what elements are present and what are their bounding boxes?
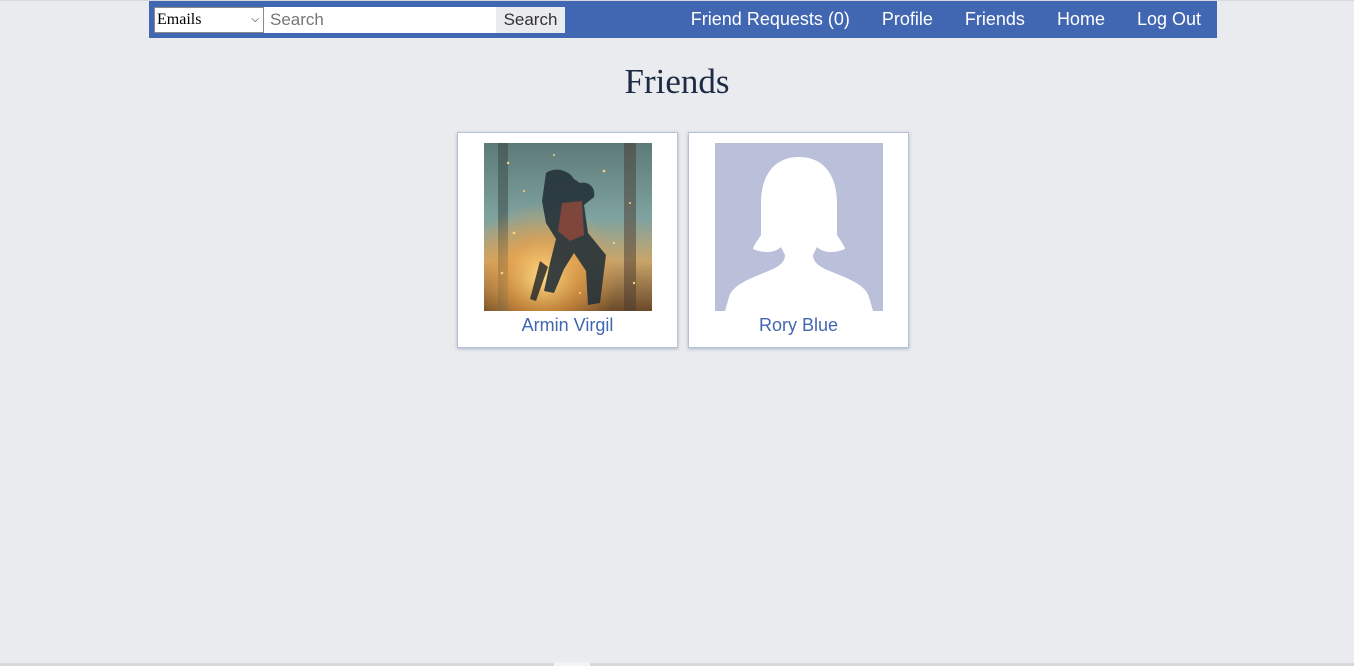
nav-friend-requests-link[interactable]: Friend Requests (0) [691, 9, 850, 30]
page-title: Friends [624, 62, 730, 101]
nav-profile-link[interactable]: Profile [882, 9, 933, 30]
chevron-down-icon: ⌵ [251, 14, 259, 25]
search-button[interactable]: Search [496, 6, 565, 33]
search-form: Emails ⌵ Search [154, 6, 565, 33]
friends-grid: Armin Virgil Rory Blue [457, 132, 909, 348]
navbar: Emails ⌵ Search Friend Requests (0) Prof… [149, 1, 1217, 38]
friend-card[interactable]: Rory Blue [688, 132, 909, 348]
search-filter-selected-value: Emails [157, 10, 202, 28]
nav-home-link[interactable]: Home [1057, 9, 1105, 30]
friend-card[interactable]: Armin Virgil [457, 132, 678, 348]
friend-name-link[interactable]: Armin Virgil [522, 315, 614, 336]
friend-avatar-photo[interactable] [483, 143, 652, 311]
friend-name-link[interactable]: Rory Blue [759, 315, 838, 336]
bottom-scrollbar-thumb[interactable] [554, 662, 590, 666]
avatar-photo-image [483, 143, 652, 311]
nav-friends-link[interactable]: Friends [965, 9, 1025, 30]
nav-logout-link[interactable]: Log Out [1137, 9, 1201, 30]
friend-avatar-default[interactable] [714, 143, 883, 311]
default-user-silhouette-icon [714, 143, 883, 311]
nav-links: Friend Requests (0) Profile Friends Home… [691, 1, 1217, 38]
search-filter-select[interactable]: Emails ⌵ [154, 6, 264, 33]
search-input[interactable] [264, 6, 496, 33]
